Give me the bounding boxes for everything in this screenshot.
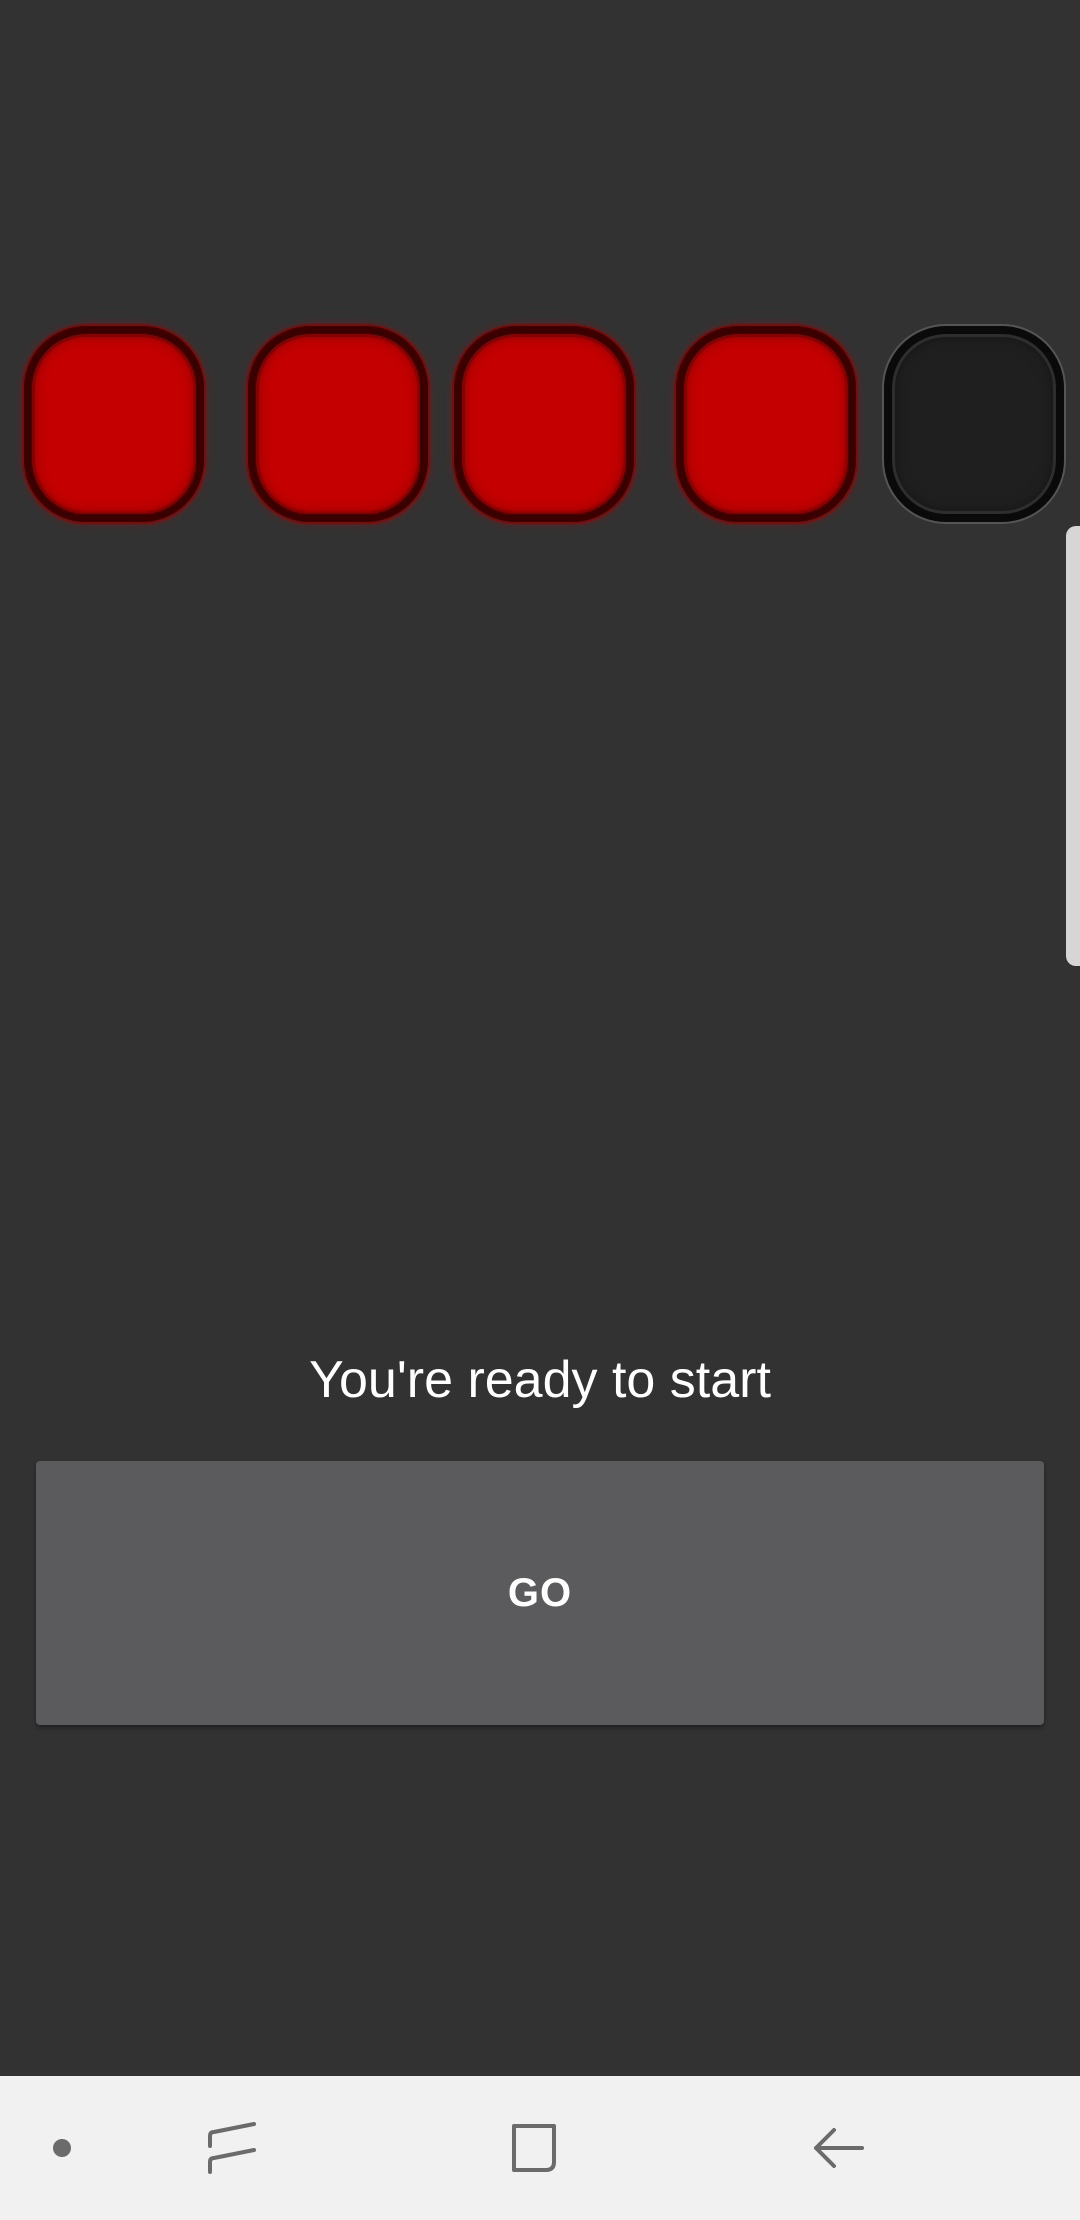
home-icon — [512, 2124, 556, 2172]
status-message: You're ready to start — [309, 1351, 771, 1409]
start-light-3 — [454, 326, 634, 522]
start-lights-row — [0, 326, 1080, 526]
start-light-5 — [884, 326, 1064, 522]
nav-back-button[interactable] — [796, 2076, 880, 2220]
recent-apps-icon — [208, 2122, 256, 2174]
scrollbar[interactable] — [1066, 526, 1080, 966]
dot-icon — [53, 2139, 71, 2157]
app-screen: You're ready to start GO — [0, 0, 1080, 2220]
start-light-2 — [248, 326, 428, 522]
system-nav-bar — [0, 2076, 1080, 2220]
nav-home-button[interactable] — [492, 2076, 576, 2220]
start-light-1 — [24, 326, 204, 522]
nav-dot[interactable] — [30, 2076, 94, 2220]
start-light-4 — [676, 326, 856, 522]
back-icon — [814, 2128, 864, 2168]
go-button[interactable]: GO — [36, 1461, 1044, 1725]
nav-recent-apps-button[interactable] — [190, 2076, 274, 2220]
